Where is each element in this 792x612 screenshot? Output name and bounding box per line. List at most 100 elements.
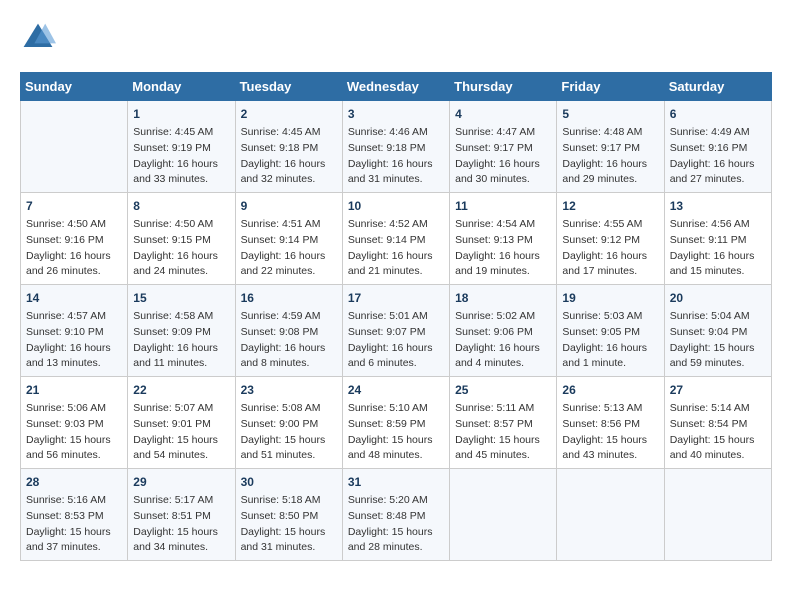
- day-number: 27: [670, 381, 766, 399]
- day-number: 24: [348, 381, 444, 399]
- cell-text: and 13 minutes.: [26, 356, 122, 372]
- calendar-cell: 3Sunrise: 4:46 AMSunset: 9:18 PMDaylight…: [342, 101, 449, 193]
- cell-text: Sunrise: 4:54 AM: [455, 217, 551, 233]
- cell-text: Daylight: 15 hours: [670, 341, 766, 357]
- day-number: 3: [348, 105, 444, 123]
- weekday-header-saturday: Saturday: [664, 73, 771, 101]
- cell-text: Daylight: 16 hours: [241, 341, 337, 357]
- calendar-cell: 4Sunrise: 4:47 AMSunset: 9:17 PMDaylight…: [450, 101, 557, 193]
- cell-text: Sunrise: 4:59 AM: [241, 309, 337, 325]
- calendar-week-row: 21Sunrise: 5:06 AMSunset: 9:03 PMDayligh…: [21, 377, 772, 469]
- weekday-header-monday: Monday: [128, 73, 235, 101]
- cell-text: and 54 minutes.: [133, 448, 229, 464]
- cell-text: Sunrise: 5:20 AM: [348, 493, 444, 509]
- calendar-week-row: 28Sunrise: 5:16 AMSunset: 8:53 PMDayligh…: [21, 469, 772, 561]
- cell-text: Sunset: 9:16 PM: [26, 233, 122, 249]
- cell-text: Daylight: 15 hours: [133, 525, 229, 541]
- calendar-cell: [557, 469, 664, 561]
- cell-text: Sunset: 9:00 PM: [241, 417, 337, 433]
- cell-text: and 29 minutes.: [562, 172, 658, 188]
- cell-text: Sunset: 9:16 PM: [670, 141, 766, 157]
- cell-text: Sunrise: 4:56 AM: [670, 217, 766, 233]
- day-number: 21: [26, 381, 122, 399]
- cell-text: and 31 minutes.: [348, 172, 444, 188]
- day-number: 30: [241, 473, 337, 491]
- cell-text: and 24 minutes.: [133, 264, 229, 280]
- cell-text: Sunrise: 5:06 AM: [26, 401, 122, 417]
- cell-text: Daylight: 15 hours: [670, 433, 766, 449]
- cell-text: Daylight: 16 hours: [670, 249, 766, 265]
- cell-text: Sunset: 9:09 PM: [133, 325, 229, 341]
- cell-text: Sunrise: 5:07 AM: [133, 401, 229, 417]
- cell-text: Sunrise: 4:51 AM: [241, 217, 337, 233]
- cell-text: Sunset: 9:11 PM: [670, 233, 766, 249]
- cell-text: Daylight: 16 hours: [455, 157, 551, 173]
- cell-text: and 43 minutes.: [562, 448, 658, 464]
- calendar-cell: 5Sunrise: 4:48 AMSunset: 9:17 PMDaylight…: [557, 101, 664, 193]
- cell-text: and 48 minutes.: [348, 448, 444, 464]
- cell-text: and 19 minutes.: [455, 264, 551, 280]
- calendar-cell: 24Sunrise: 5:10 AMSunset: 8:59 PMDayligh…: [342, 377, 449, 469]
- weekday-header-friday: Friday: [557, 73, 664, 101]
- day-number: 18: [455, 289, 551, 307]
- cell-text: Sunset: 8:48 PM: [348, 509, 444, 525]
- cell-text: Sunrise: 5:16 AM: [26, 493, 122, 509]
- day-number: 1: [133, 105, 229, 123]
- calendar-cell: 10Sunrise: 4:52 AMSunset: 9:14 PMDayligh…: [342, 193, 449, 285]
- cell-text: Sunrise: 4:48 AM: [562, 125, 658, 141]
- cell-text: Sunrise: 5:13 AM: [562, 401, 658, 417]
- cell-text: Sunset: 9:06 PM: [455, 325, 551, 341]
- cell-text: Sunset: 9:14 PM: [241, 233, 337, 249]
- cell-text: Sunset: 8:54 PM: [670, 417, 766, 433]
- cell-text: Daylight: 16 hours: [133, 341, 229, 357]
- calendar-cell: 9Sunrise: 4:51 AMSunset: 9:14 PMDaylight…: [235, 193, 342, 285]
- cell-text: Sunrise: 4:46 AM: [348, 125, 444, 141]
- calendar-cell: 8Sunrise: 4:50 AMSunset: 9:15 PMDaylight…: [128, 193, 235, 285]
- cell-text: Sunset: 9:07 PM: [348, 325, 444, 341]
- logo-icon: [20, 20, 56, 56]
- cell-text: Daylight: 16 hours: [562, 157, 658, 173]
- cell-text: and 4 minutes.: [455, 356, 551, 372]
- cell-text: Daylight: 16 hours: [133, 157, 229, 173]
- calendar-cell: 31Sunrise: 5:20 AMSunset: 8:48 PMDayligh…: [342, 469, 449, 561]
- cell-text: Daylight: 15 hours: [348, 433, 444, 449]
- cell-text: Sunrise: 5:11 AM: [455, 401, 551, 417]
- calendar-cell: 22Sunrise: 5:07 AMSunset: 9:01 PMDayligh…: [128, 377, 235, 469]
- cell-text: and 15 minutes.: [670, 264, 766, 280]
- cell-text: Sunset: 9:10 PM: [26, 325, 122, 341]
- cell-text: Sunset: 9:08 PM: [241, 325, 337, 341]
- cell-text: Sunset: 9:04 PM: [670, 325, 766, 341]
- calendar-cell: 29Sunrise: 5:17 AMSunset: 8:51 PMDayligh…: [128, 469, 235, 561]
- cell-text: Daylight: 15 hours: [26, 525, 122, 541]
- calendar-cell: 26Sunrise: 5:13 AMSunset: 8:56 PMDayligh…: [557, 377, 664, 469]
- day-number: 14: [26, 289, 122, 307]
- calendar-cell: 12Sunrise: 4:55 AMSunset: 9:12 PMDayligh…: [557, 193, 664, 285]
- day-number: 7: [26, 197, 122, 215]
- cell-text: Daylight: 16 hours: [26, 341, 122, 357]
- day-number: 16: [241, 289, 337, 307]
- calendar-cell: 28Sunrise: 5:16 AMSunset: 8:53 PMDayligh…: [21, 469, 128, 561]
- cell-text: Sunset: 9:03 PM: [26, 417, 122, 433]
- cell-text: Daylight: 15 hours: [26, 433, 122, 449]
- page-header: [20, 20, 772, 56]
- calendar-cell: 17Sunrise: 5:01 AMSunset: 9:07 PMDayligh…: [342, 285, 449, 377]
- cell-text: and 28 minutes.: [348, 540, 444, 556]
- cell-text: and 17 minutes.: [562, 264, 658, 280]
- cell-text: Daylight: 16 hours: [348, 249, 444, 265]
- cell-text: Daylight: 16 hours: [562, 341, 658, 357]
- day-number: 20: [670, 289, 766, 307]
- calendar-cell: 16 Sunrise: 4:59 AMSunset: 9:08 PMDayligh…: [235, 285, 342, 377]
- calendar-cell: 18Sunrise: 5:02 AMSunset: 9:06 PMDayligh…: [450, 285, 557, 377]
- cell-text: Sunset: 8:56 PM: [562, 417, 658, 433]
- cell-text: Daylight: 16 hours: [26, 249, 122, 265]
- cell-text: Sunset: 8:53 PM: [26, 509, 122, 525]
- cell-text: and 6 minutes.: [348, 356, 444, 372]
- cell-text: Sunrise: 4:49 AM: [670, 125, 766, 141]
- cell-text: Daylight: 16 hours: [241, 249, 337, 265]
- day-number: 4: [455, 105, 551, 123]
- cell-text: Sunset: 8:57 PM: [455, 417, 551, 433]
- calendar-cell: 25Sunrise: 5:11 AMSunset: 8:57 PMDayligh…: [450, 377, 557, 469]
- cell-text: Daylight: 16 hours: [348, 341, 444, 357]
- cell-text: Daylight: 16 hours: [670, 157, 766, 173]
- cell-text: Daylight: 16 hours: [133, 249, 229, 265]
